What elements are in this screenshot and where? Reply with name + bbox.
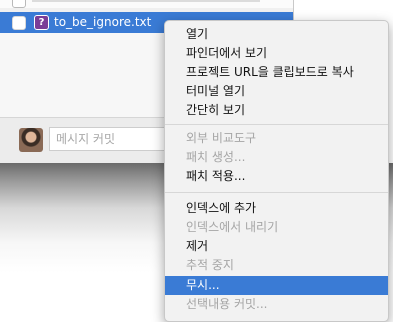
menu-item-remove[interactable]: 제거	[165, 237, 388, 256]
menu-item-show-in-finder[interactable]: 파인더에서 보기	[165, 44, 388, 63]
menu-item-open-terminal[interactable]: 터미널 열기	[165, 82, 388, 101]
question-mark-icon: ?	[34, 15, 49, 30]
stage-checkbox[interactable]	[12, 0, 26, 8]
menu-item-copy-project-url[interactable]: 프로젝트 URL을 클립보드로 복사	[165, 63, 388, 82]
file-name: to_be_ignore.txt	[54, 15, 152, 29]
stage-checkbox[interactable]	[12, 16, 26, 30]
file-row-partial[interactable]	[0, 0, 293, 8]
menu-item-commit-selected: 선택내용 커밋...	[186, 297, 268, 311]
context-menu: 열기 파인더에서 보기 프로젝트 URL을 클립보드로 복사 터미널 열기 간단…	[164, 20, 389, 322]
menu-separator	[165, 192, 388, 193]
menu-item-apply-patch[interactable]: 패치 적용...	[165, 167, 388, 186]
menu-item-add-to-index[interactable]: 인덱스에 추가	[165, 199, 388, 218]
menu-item-create-patch: 패치 생성...	[186, 150, 246, 164]
menu-item-open[interactable]: 열기	[165, 25, 388, 44]
menu-item-remove-from-index: 인덱스에서 내리기	[186, 220, 279, 234]
menu-item-external-diff: 외부 비교도구	[186, 131, 257, 145]
menu-separator	[165, 124, 388, 125]
avatar	[19, 128, 43, 152]
menu-item-ignore[interactable]: 무시...	[165, 276, 388, 295]
menu-item-stop-tracking: 추적 중지	[186, 258, 234, 272]
file-row-label-cutoff	[32, 0, 260, 2]
menu-item-quick-look[interactable]: 간단히 보기	[165, 101, 388, 120]
